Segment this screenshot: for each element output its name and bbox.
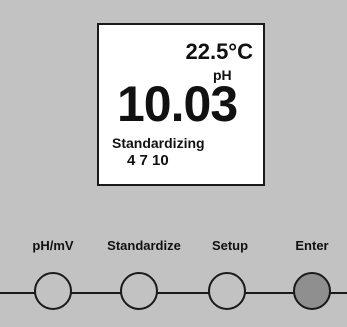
ph-mv-button[interactable] bbox=[34, 272, 72, 310]
lcd-display: 22.5°C pH 10.03 Standardizing 4 7 10 bbox=[97, 23, 265, 186]
ph-mv-label: pH/mV bbox=[32, 238, 74, 253]
temperature-readout: 22.5°C bbox=[185, 39, 253, 64]
standardize-button[interactable] bbox=[120, 272, 158, 310]
enter-button[interactable] bbox=[293, 272, 331, 310]
setup-button[interactable] bbox=[208, 272, 246, 310]
ph-reading: 10.03 bbox=[117, 76, 238, 132]
setup-label: Setup bbox=[211, 238, 249, 253]
buffer-values: 4 7 10 bbox=[127, 152, 169, 169]
mode-status: Standardizing bbox=[112, 135, 205, 151]
enter-label: Enter bbox=[295, 238, 329, 253]
standardize-label: Standardize bbox=[107, 238, 181, 253]
